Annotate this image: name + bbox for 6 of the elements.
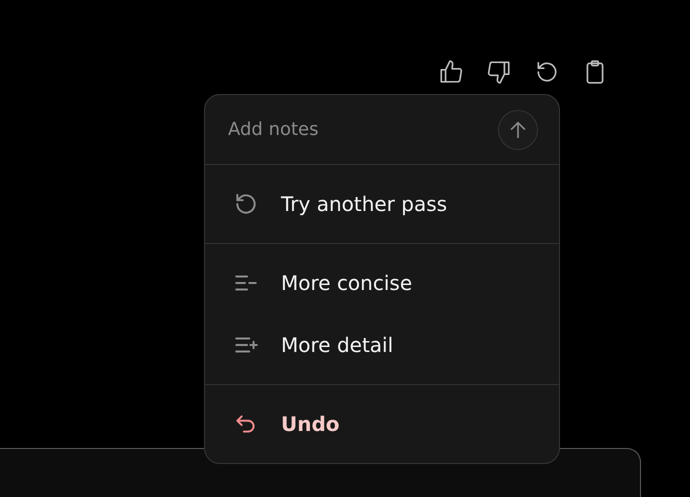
notes-input[interactable]: Add notes [226,118,498,141]
send-button[interactable] [498,110,538,150]
menu-item[interactable]: Try another pass [205,173,559,235]
menu-item[interactable]: More concise [205,252,559,314]
menu-item[interactable]: Undo [205,393,559,455]
menu-item[interactable]: More detail [205,314,559,376]
